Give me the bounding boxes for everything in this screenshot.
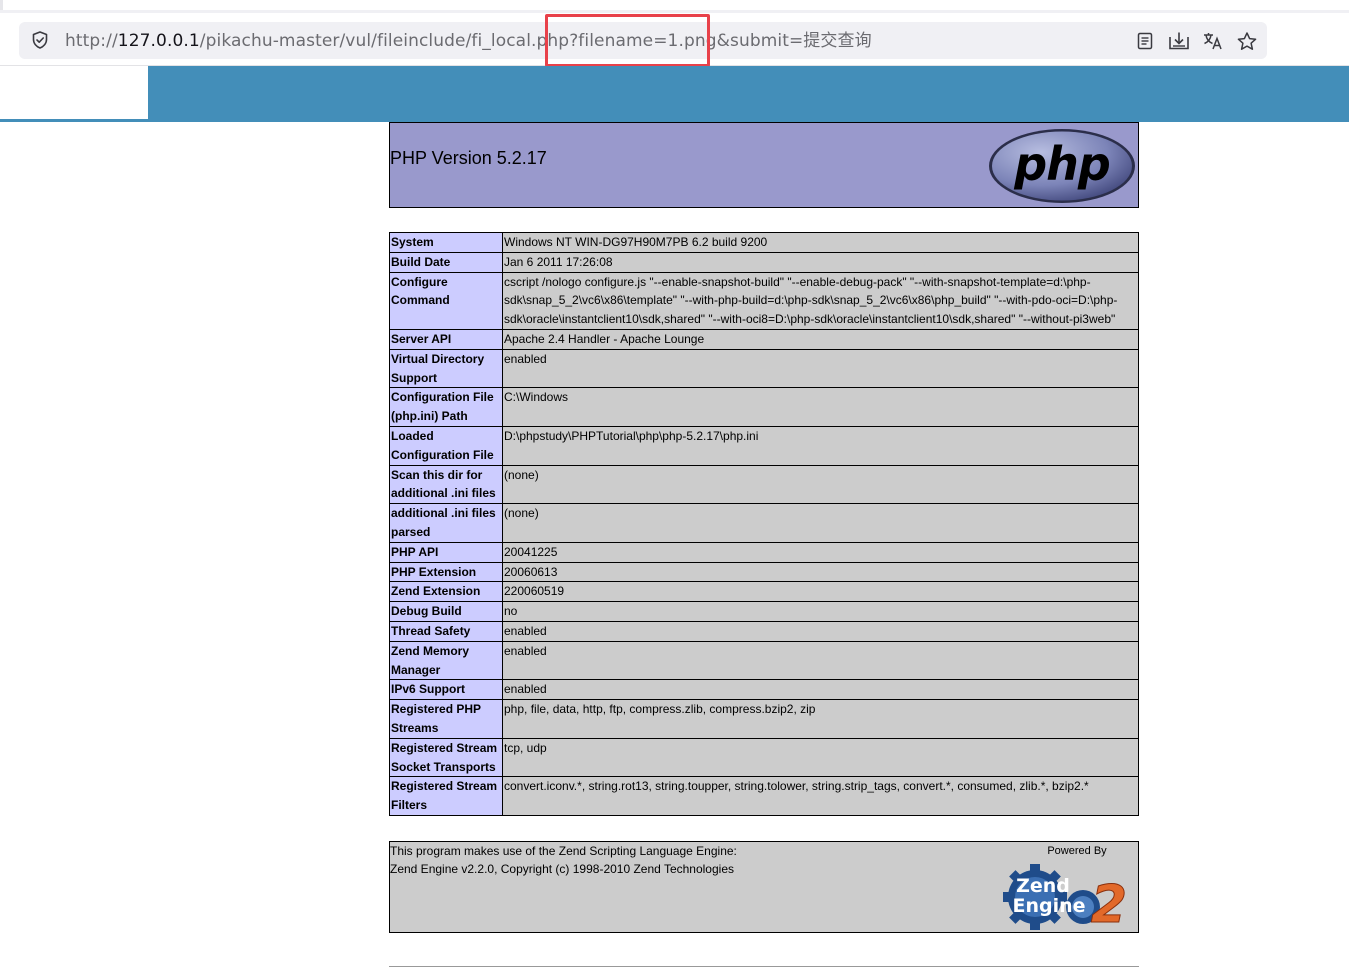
translate-icon[interactable] bbox=[1202, 30, 1224, 52]
table-row: Registered Stream Filters convert.iconv.*… bbox=[389, 776, 1139, 816]
table-row: Thread Safety enabled bbox=[389, 620, 1139, 642]
row-key: PHP Extension bbox=[389, 561, 503, 583]
row-key: Thread Safety bbox=[389, 620, 503, 642]
table-row: Build Date Jan 6 2011 17:26:08 bbox=[389, 251, 1139, 273]
header-underline bbox=[0, 119, 148, 122]
table-row: System Windows NT WIN-DG97H90M7PB 6.2 bui… bbox=[389, 232, 1139, 253]
row-value: D:\phpstudy\PHPTutorial\php\php-5.2.17\p… bbox=[502, 425, 1139, 466]
row-key: Scan this dir for additional .ini files bbox=[389, 464, 503, 505]
reader-view-icon[interactable] bbox=[1134, 30, 1156, 52]
row-key: Debug Build bbox=[389, 601, 503, 622]
header-logo-area bbox=[0, 66, 148, 119]
php-version-header: PHP Version 5.2.17 php bbox=[389, 122, 1139, 208]
table-row: Debug Build no bbox=[389, 601, 1139, 622]
row-value: C:\Windows bbox=[502, 387, 1139, 427]
row-value: enabled bbox=[502, 348, 1139, 389]
row-key: Server API bbox=[389, 328, 503, 350]
row-key: Registered Stream Filters bbox=[389, 776, 503, 816]
row-key: PHP API bbox=[389, 541, 503, 563]
table-row: Registered Stream Socket Transports tcp, … bbox=[389, 737, 1139, 778]
phpinfo-content: PHP Version 5.2.17 php System Windows NT … bbox=[389, 122, 1139, 933]
zend-logo-word-2: Engine bbox=[1012, 895, 1085, 917]
table-row: Zend Memory Manager enabled bbox=[389, 640, 1139, 681]
row-value: enabled bbox=[502, 640, 1139, 681]
row-key: Loaded Configuration File bbox=[389, 425, 503, 466]
php-version-title: PHP Version 5.2.17 bbox=[390, 148, 547, 168]
table-row: PHP Extension 20060613 bbox=[389, 561, 1139, 583]
php-logo[interactable]: php bbox=[987, 127, 1137, 205]
url-path: /pikachu-master/vul/fileinclude/fi_local… bbox=[199, 31, 570, 51]
phpinfo-table: System Windows NT WIN-DG97H90M7PB 6.2 bui… bbox=[389, 232, 1139, 816]
row-key: System bbox=[389, 232, 503, 253]
row-value: 20060613 bbox=[502, 561, 1139, 583]
row-value: enabled bbox=[502, 679, 1139, 701]
row-key: Configure Command bbox=[389, 271, 503, 330]
table-row: Loaded Configuration File D:\phpstudy\PHP… bbox=[389, 425, 1139, 466]
row-value: enabled bbox=[502, 620, 1139, 642]
row-value: cscript /nologo configure.js "--enable-s… bbox=[502, 271, 1139, 330]
row-key: Virtual Directory Support bbox=[389, 348, 503, 389]
zend-powered-by: Powered By bbox=[1047, 845, 1107, 857]
row-value: Apache 2.4 Handler - Apache Lounge bbox=[502, 328, 1139, 350]
url-prefix: http:// bbox=[65, 31, 118, 51]
row-value: 20041225 bbox=[502, 541, 1139, 563]
url-text[interactable]: http://127.0.0.1/pikachu-master/vul/file… bbox=[65, 30, 872, 52]
row-key: Zend Extension bbox=[389, 581, 503, 603]
row-key: Zend Memory Manager bbox=[389, 640, 503, 681]
download-icon[interactable] bbox=[1168, 30, 1190, 52]
zend-engine-logo[interactable]: Powered By 2 Zend Engine bbox=[997, 844, 1137, 932]
table-row: IPv6 Support enabled bbox=[389, 679, 1139, 701]
row-key: IPv6 Support bbox=[389, 679, 503, 701]
table-row: Configure Command cscript /nologo configu… bbox=[389, 271, 1139, 330]
row-key: Configuration File (php.ini) Path bbox=[389, 387, 503, 427]
row-value: tcp, udp bbox=[502, 737, 1139, 778]
table-row: Configuration File (php.ini) Path C:\Wind… bbox=[389, 387, 1139, 427]
row-key: additional .ini files parsed bbox=[389, 503, 503, 543]
row-key: Registered Stream Socket Transports bbox=[389, 737, 503, 778]
zend-line-2: Zend Engine v2.2.0, Copyright (c) 1998-2… bbox=[390, 861, 734, 876]
table-row: PHP API 20041225 bbox=[389, 541, 1139, 563]
row-value: convert.iconv.*, string.rot13, string.to… bbox=[502, 776, 1139, 816]
table-row: Scan this dir for additional .ini files(… bbox=[389, 464, 1139, 505]
row-value: (none) bbox=[502, 503, 1139, 543]
zend-text: This program makes use of the Zend Scrip… bbox=[390, 842, 737, 878]
bottom-divider bbox=[389, 966, 1139, 967]
table-row: Server API Apache 2.4 Handler - Apache Lo… bbox=[389, 328, 1139, 350]
table-row: Zend Extension 220060519 bbox=[389, 581, 1139, 603]
zend-logo-number: 2 bbox=[1091, 875, 1127, 932]
row-value: php, file, data, http, ftp, compress.zli… bbox=[502, 699, 1139, 739]
tab-strip bbox=[0, 0, 1349, 13]
zend-logo-word-1: Zend bbox=[1016, 875, 1070, 897]
row-value: 220060519 bbox=[502, 581, 1139, 603]
table-row: Registered PHP Streams php, file, data, h… bbox=[389, 699, 1139, 739]
row-value: Windows NT WIN-DG97H90M7PB 6.2 build 920… bbox=[502, 232, 1139, 253]
shield-icon[interactable] bbox=[30, 30, 50, 50]
php-logo-text: php bbox=[1013, 137, 1110, 191]
row-key: Build Date bbox=[389, 251, 503, 273]
zend-engine-box: This program makes use of the Zend Scrip… bbox=[389, 840, 1139, 933]
row-value: (none) bbox=[502, 464, 1139, 505]
url-host: 127.0.0.1 bbox=[117, 31, 200, 51]
row-key: Registered PHP Streams bbox=[389, 699, 503, 739]
table-row: additional .ini files parsed (none) bbox=[389, 503, 1139, 543]
table-row: Virtual Directory Support enabled bbox=[389, 348, 1139, 389]
row-value: Jan 6 2011 17:26:08 bbox=[502, 251, 1139, 273]
row-value: no bbox=[502, 601, 1139, 622]
phpinfo-table-body: System Windows NT WIN-DG97H90M7PB 6.2 bui… bbox=[389, 232, 1139, 816]
page-header-bar bbox=[0, 66, 1349, 122]
zend-line-1: This program makes use of the Zend Scrip… bbox=[390, 843, 737, 858]
bookmark-star-icon[interactable] bbox=[1236, 30, 1258, 52]
url-query-highlight-box bbox=[545, 14, 710, 67]
